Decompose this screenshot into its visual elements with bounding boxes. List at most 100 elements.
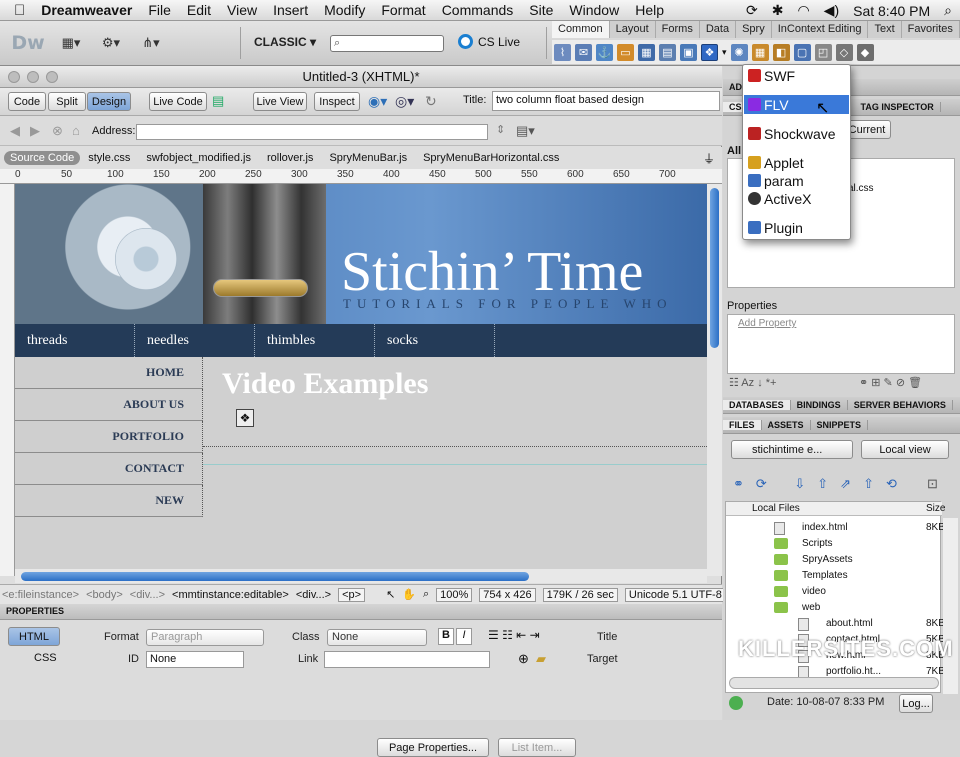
- menu-format[interactable]: Format: [373, 2, 433, 18]
- preview-browser-icon[interactable]: ◉▾: [368, 93, 387, 110]
- related-file[interactable]: swfobject_modified.js: [138, 152, 259, 164]
- design-view-button[interactable]: Design: [87, 92, 131, 111]
- italic-button[interactable]: I: [456, 628, 472, 645]
- code-view-button[interactable]: Code: [8, 92, 46, 111]
- flv-placeholder-icon[interactable]: ❖: [236, 409, 254, 427]
- tab-bindings[interactable]: BINDINGS: [791, 400, 848, 410]
- folder-row[interactable]: web: [726, 600, 942, 616]
- tag-crumb[interactable]: <div...>: [130, 589, 165, 601]
- side-nav-home[interactable]: HOME: [15, 357, 203, 389]
- tag-crumb[interactable]: <div...>: [296, 589, 331, 601]
- menu-file[interactable]: File: [140, 2, 179, 18]
- files-hscroll[interactable]: [729, 677, 939, 689]
- comment-icon[interactable]: ▢: [793, 43, 811, 61]
- tag-crumb[interactable]: <body>: [86, 589, 123, 601]
- live-code-button[interactable]: Live Code: [149, 92, 207, 111]
- menu-view[interactable]: View: [219, 2, 265, 18]
- site-select[interactable]: stichintime e...: [731, 440, 853, 459]
- menu-app[interactable]: Dreamweaver: [33, 2, 140, 18]
- menu-item-activex[interactable]: ActiveX: [744, 189, 849, 208]
- files-scrollbar[interactable]: [943, 518, 958, 694]
- tab-forms[interactable]: Forms: [656, 21, 700, 38]
- script-icon[interactable]: ◇: [835, 43, 853, 61]
- expand-panel-icon[interactable]: ⊡: [927, 476, 938, 492]
- select-tool-icon[interactable]: ↖: [386, 588, 395, 601]
- menu-modify[interactable]: Modify: [316, 2, 373, 18]
- spotlight-icon[interactable]: ⌕: [944, 2, 952, 19]
- horizontal-scrollbar[interactable]: [15, 569, 707, 583]
- tag-crumb-selected[interactable]: <p>: [338, 587, 366, 602]
- hyperlink-icon[interactable]: ⌇: [554, 43, 571, 61]
- browse-options-icon[interactable]: ▤▾: [516, 123, 535, 139]
- log-button[interactable]: Log...: [899, 694, 933, 713]
- scroll-thumb[interactable]: [710, 188, 719, 348]
- address-stepper-icon[interactable]: ⇕: [496, 123, 505, 136]
- vertical-scrollbar[interactable]: [707, 184, 722, 576]
- related-file-source[interactable]: Source Code: [4, 151, 81, 165]
- tag-crumb[interactable]: <mmtinstance:editable>: [172, 589, 289, 601]
- id-select[interactable]: None: [146, 651, 244, 668]
- tab-server-behaviors[interactable]: SERVER BEHAVIORS: [848, 400, 953, 410]
- css-file-entry[interactable]: al.css: [848, 183, 874, 194]
- tab-favorites[interactable]: Favorites: [902, 21, 960, 38]
- check-browser-icon[interactable]: ▤: [212, 93, 234, 110]
- tab-layout[interactable]: Layout: [610, 21, 656, 38]
- menu-help[interactable]: Help: [627, 2, 672, 18]
- forward-icon[interactable]: ▶: [30, 123, 40, 139]
- menu-item-swf[interactable]: SWF: [744, 66, 849, 85]
- tab-snippets[interactable]: SNIPPETS: [811, 420, 869, 430]
- class-select[interactable]: None: [327, 629, 427, 646]
- close-window-button[interactable]: [8, 71, 20, 83]
- address-input[interactable]: [136, 124, 488, 140]
- site-icon[interactable]: ⋔▾: [140, 35, 162, 51]
- div-icon[interactable]: ▤: [659, 43, 676, 61]
- zoom-tool-icon[interactable]: ⌕: [423, 588, 429, 601]
- tab-data[interactable]: Data: [700, 21, 737, 38]
- back-icon[interactable]: ◀: [10, 123, 20, 139]
- volume-icon[interactable]: ◀): [824, 2, 839, 19]
- tab-files[interactable]: FILES: [723, 420, 762, 430]
- folder-row[interactable]: SpryAssets: [726, 552, 942, 568]
- css-view-icons[interactable]: ☷ Az ↓ *+: [729, 376, 776, 389]
- menu-item-flv[interactable]: FLV: [744, 95, 849, 114]
- zoom-select[interactable]: 100%: [436, 587, 473, 602]
- file-row[interactable]: about.html 8KB: [726, 616, 945, 632]
- bold-button[interactable]: B: [438, 628, 454, 645]
- visual-aids-icon[interactable]: ◎▾: [395, 93, 414, 110]
- table-icon[interactable]: ▦: [638, 43, 655, 61]
- nav-socks[interactable]: socks: [375, 324, 495, 357]
- point-to-file-icon[interactable]: ⊕: [518, 651, 529, 667]
- sync-icon[interactable]: ⟳: [746, 2, 758, 19]
- menu-window[interactable]: Window: [561, 2, 627, 18]
- hand-tool-icon[interactable]: ✋: [402, 588, 416, 601]
- folder-row[interactable]: video: [726, 584, 942, 600]
- browse-folder-icon[interactable]: ▰: [536, 651, 546, 667]
- add-property-link[interactable]: Add Property: [738, 318, 796, 329]
- tab-assets[interactable]: ASSETS: [762, 420, 811, 430]
- menu-item-shockwave[interactable]: Shockwave: [744, 124, 849, 143]
- file-row[interactable]: index.html 8KB: [726, 520, 945, 536]
- side-nav-portfolio[interactable]: PORTFOLIO: [15, 421, 203, 453]
- cs-live-button[interactable]: CS Live: [458, 34, 520, 49]
- css-action-icons[interactable]: ⚭ ⊞ ✎ ⊘ 🗑: [859, 376, 922, 389]
- server-side-include-icon[interactable]: ◧: [772, 43, 790, 61]
- related-file[interactable]: SpryMenuBar.js: [321, 152, 415, 164]
- css-properties-list[interactable]: Add Property: [727, 314, 955, 374]
- related-file[interactable]: SpryMenuBarHorizontal.css: [415, 152, 567, 164]
- split-view-button[interactable]: Split: [48, 92, 86, 111]
- tab-text[interactable]: Text: [868, 21, 902, 38]
- nav-thimbles[interactable]: thimbles: [255, 324, 375, 357]
- folder-row[interactable]: Scripts: [726, 536, 942, 552]
- workspace-switcher[interactable]: CLASSIC ▾: [254, 35, 316, 49]
- list-buttons-icon[interactable]: ☰ ☷ ⇤ ⇥: [488, 628, 568, 645]
- widget-icon[interactable]: ✺: [730, 43, 748, 61]
- email-link-icon[interactable]: ✉: [575, 43, 592, 61]
- tab-common[interactable]: Common: [552, 21, 610, 38]
- bluetooth-icon[interactable]: ✱: [772, 2, 784, 19]
- live-view-button[interactable]: Live View: [253, 92, 307, 111]
- horizontal-rule-icon[interactable]: ▭: [617, 43, 634, 61]
- chevron-down-icon[interactable]: ▾: [722, 47, 727, 58]
- document-title-input[interactable]: two column float based design: [492, 91, 720, 111]
- gear-icon[interactable]: ⚙▾: [100, 35, 122, 51]
- media-icon[interactable]: ❖: [701, 43, 718, 61]
